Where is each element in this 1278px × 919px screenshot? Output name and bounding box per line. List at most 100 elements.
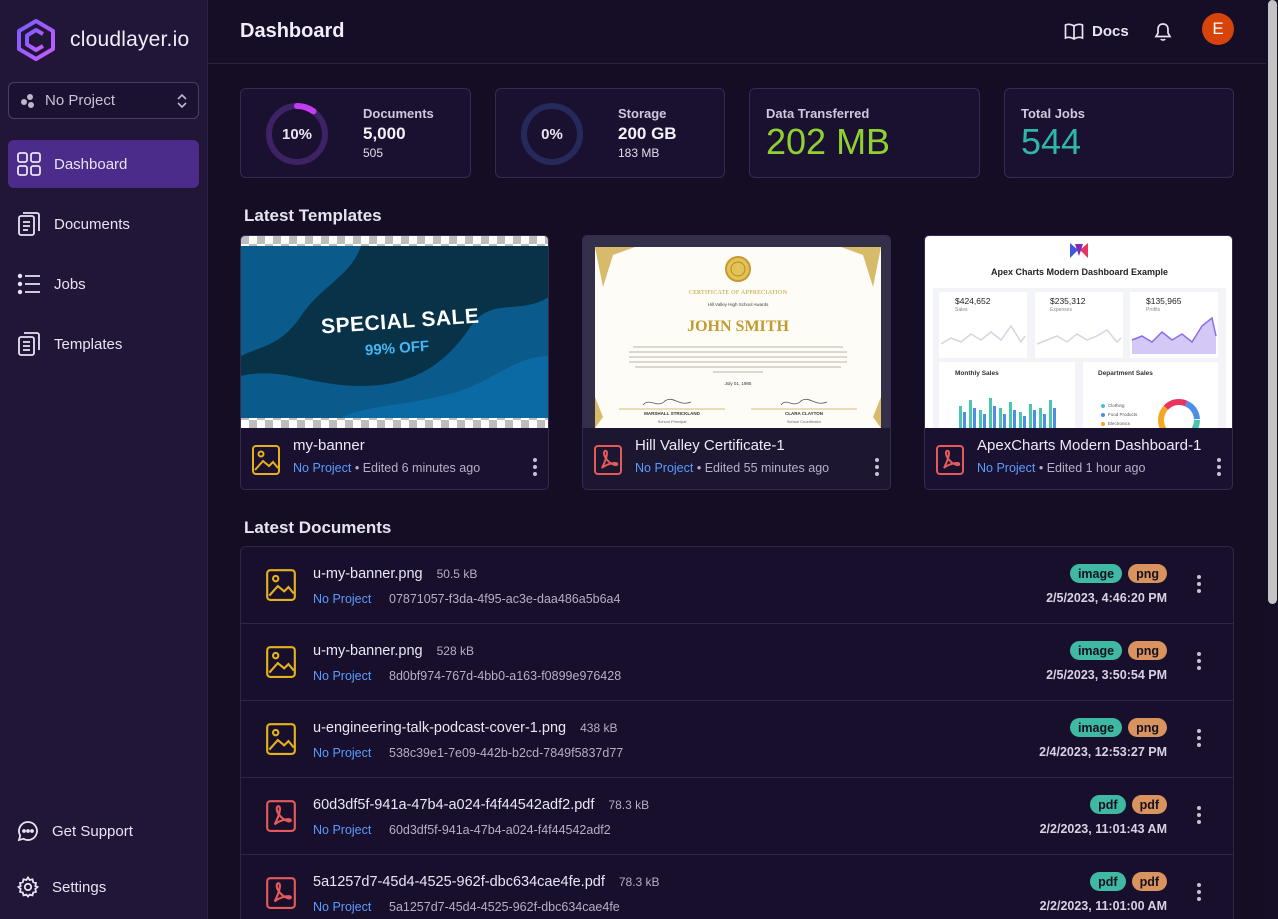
document-date: 2/2/2023, 11:01:43 AM: [1039, 822, 1167, 836]
sidebar-item-jobs[interactable]: Jobs: [8, 260, 199, 308]
storage-percent: 0%: [541, 125, 563, 143]
scrollbar-thumb[interactable]: [1268, 0, 1277, 604]
type-badge: pdf: [1090, 872, 1126, 891]
certificate-date: July 01, 1985: [724, 381, 752, 386]
document-menu-button[interactable]: [1197, 652, 1201, 670]
stat-card-jobs: Total Jobs 544: [1004, 88, 1234, 178]
document-name-line: u-engineering-talk-podcast-cover-1.png 43…: [313, 720, 617, 736]
image-file-icon: [266, 723, 296, 755]
stat-card-storage: 0% Storage 200 GB 183 MB: [495, 88, 725, 178]
document-name-line: u-my-banner.png 50.5 kB: [313, 566, 477, 582]
grid-icon: [17, 152, 41, 176]
template-project-link[interactable]: No Project: [977, 461, 1035, 475]
certificate-corner-ornament-icon: [595, 247, 881, 428]
template-meta: No Project • Edited 55 minutes ago: [635, 461, 829, 475]
image-file-icon: [266, 646, 296, 678]
template-name: ApexCharts Modern Dashboard-1: [977, 437, 1202, 454]
document-menu-button[interactable]: [1197, 575, 1201, 593]
template-card-hill-valley-certificate[interactable]: CERTIFICATE OF APPRECIATION Hill Valley …: [582, 235, 891, 490]
document-name[interactable]: u-engineering-talk-podcast-cover-1.png: [313, 720, 566, 736]
page-scrollbar[interactable]: [1266, 0, 1278, 919]
documents-percent: 10%: [281, 125, 313, 143]
gear-icon: [16, 875, 40, 898]
table-row[interactable]: 5a1257d7-45d4-4525-962f-dbc634cae4fe.pdf…: [241, 855, 1233, 919]
chevron-up-down-icon: [177, 93, 187, 108]
document-project-link[interactable]: No Project: [313, 746, 371, 760]
chat-icon: [17, 821, 38, 842]
stat-label: Total Jobs: [1021, 106, 1086, 121]
document-date: 2/5/2023, 3:50:54 PM: [1046, 668, 1167, 682]
docs-link[interactable]: Docs: [1064, 22, 1129, 40]
document-date: 2/4/2023, 12:53:27 PM: [1039, 745, 1167, 759]
image-file-icon: [252, 445, 280, 475]
document-size: 78.3 kB: [618, 875, 660, 889]
template-card-apexcharts-dashboard[interactable]: Apex Charts Modern Dashboard Example $42…: [924, 235, 1233, 490]
stat-value: 200 GB: [618, 124, 677, 143]
template-project-link[interactable]: No Project: [635, 461, 693, 475]
apex-kpi-sales-label: Sales: [955, 307, 968, 313]
sidebar-item-label: Documents: [54, 215, 130, 233]
table-row[interactable]: u-my-banner.png 528 kB No Project 8d0bf97…: [241, 624, 1233, 701]
template-menu-button[interactable]: [1217, 458, 1221, 476]
sidebar-item-label: Get Support: [52, 822, 133, 840]
document-menu-button[interactable]: [1197, 729, 1201, 747]
brand-logo[interactable]: cloudlayer.io: [14, 18, 189, 62]
document-date: 2/5/2023, 4:46:20 PM: [1046, 591, 1167, 605]
templates-icon: [18, 332, 40, 356]
pdf-file-icon: [936, 445, 964, 475]
document-badges: image png: [1069, 718, 1167, 737]
document-name[interactable]: 5a1257d7-45d4-4525-962f-dbc634cae4fe.pdf: [313, 874, 605, 890]
sidebar-item-settings[interactable]: Settings: [8, 863, 199, 911]
stat-label: Documents: [363, 106, 434, 121]
sidebar-item-label: Settings: [52, 878, 107, 896]
pdf-file-icon: [266, 877, 296, 909]
document-menu-button[interactable]: [1197, 883, 1201, 901]
docs-label: Docs: [1092, 22, 1129, 40]
apex-kpi-sales: $424,652: [955, 296, 991, 306]
document-name-line: 5a1257d7-45d4-4525-962f-dbc634cae4fe.pdf…: [313, 874, 660, 890]
template-edited: Edited 6 minutes ago: [362, 461, 481, 475]
meta-separator: •: [696, 461, 705, 475]
avatar[interactable]: E: [1202, 13, 1234, 45]
document-name-line: u-my-banner.png 528 kB: [313, 643, 474, 659]
stat-card-documents: 10% Documents 5,000 505: [240, 88, 471, 178]
sidebar-item-templates[interactable]: Templates: [8, 320, 199, 368]
document-project-link[interactable]: No Project: [313, 823, 371, 837]
template-preview[interactable]: Apex Charts Modern Dashboard Example $42…: [925, 236, 1232, 428]
template-menu-button[interactable]: [533, 458, 537, 476]
template-menu-button[interactable]: [875, 458, 879, 476]
template-preview[interactable]: SPECIAL SALE 99% OFF: [241, 236, 548, 428]
template-name: my-banner: [293, 437, 365, 454]
template-card-my-banner[interactable]: SPECIAL SALE 99% OFF my-banner No Projec…: [240, 235, 549, 490]
image-file-icon: [266, 569, 296, 601]
template-meta: No Project • Edited 1 hour ago: [977, 461, 1145, 475]
document-id: 07871057-f3da-4f95-ac3e-daa486a5b6a4: [389, 592, 621, 606]
document-id: 538c39e1-7e09-442b-b2cd-7849f5837d77: [389, 746, 624, 760]
document-badges: image png: [1069, 564, 1167, 583]
sidebar-item-dashboard[interactable]: Dashboard: [8, 140, 199, 188]
book-icon: [1064, 23, 1084, 40]
table-row[interactable]: u-engineering-talk-podcast-cover-1.png 43…: [241, 701, 1233, 778]
document-name[interactable]: u-my-banner.png: [313, 643, 423, 659]
template-project-link[interactable]: No Project: [293, 461, 351, 475]
stat-label: Data Transferred: [766, 106, 870, 121]
type-badge: image: [1069, 564, 1123, 583]
document-name[interactable]: 60d3df5f-941a-47b4-a024-f4f44542adf2.pdf: [313, 797, 594, 813]
table-row[interactable]: u-my-banner.png 50.5 kB No Project 078710…: [241, 547, 1233, 624]
document-project-link[interactable]: No Project: [313, 669, 371, 683]
sidebar-item-support[interactable]: Get Support: [8, 807, 199, 855]
document-size: 528 kB: [436, 644, 474, 658]
sidebar: cloudlayer.io No Project Dashboard Docum…: [0, 0, 208, 919]
project-select[interactable]: No Project: [8, 82, 199, 119]
template-preview[interactable]: CERTIFICATE OF APPRECIATION Hill Valley …: [583, 236, 890, 428]
bell-icon[interactable]: [1154, 22, 1172, 42]
document-name[interactable]: u-my-banner.png: [313, 566, 423, 582]
sidebar-item-documents[interactable]: Documents: [8, 200, 199, 248]
document-project-link[interactable]: No Project: [313, 592, 371, 606]
document-menu-button[interactable]: [1197, 806, 1201, 824]
format-badge: png: [1128, 718, 1167, 737]
document-id: 8d0bf974-767d-4bb0-a163-f0899e976428: [389, 669, 622, 683]
document-project-link[interactable]: No Project: [313, 900, 371, 914]
document-id: 60d3df5f-941a-47b4-a024-f4f44542adf2: [389, 823, 611, 837]
table-row[interactable]: 60d3df5f-941a-47b4-a024-f4f44542adf2.pdf…: [241, 778, 1233, 855]
